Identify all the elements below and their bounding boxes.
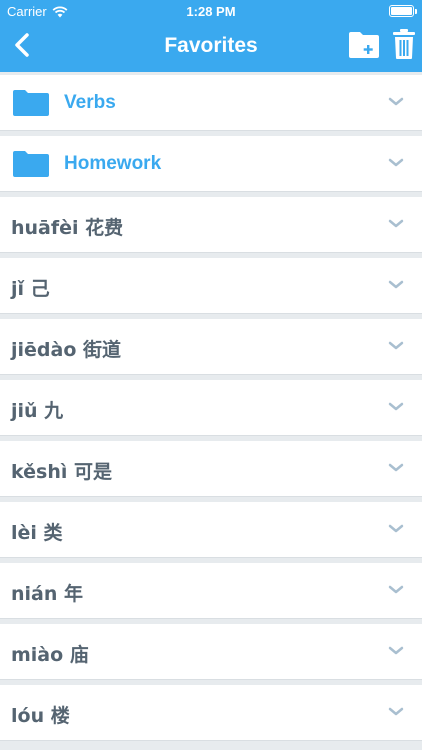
chevron-down-icon[interactable] — [388, 524, 404, 534]
word-row[interactable]: miào 庙 — [0, 624, 422, 680]
word-row[interactable]: nián 年 — [0, 563, 422, 619]
chevron-down-icon[interactable] — [388, 97, 404, 107]
status-bar: Carrier 1:28 PM — [0, 0, 422, 22]
word-label: jǐ 己 — [11, 278, 50, 300]
word-row[interactable]: lèi 类 — [0, 502, 422, 558]
chevron-down-icon[interactable] — [388, 280, 404, 290]
folder-add-icon — [349, 32, 379, 58]
back-button[interactable] — [10, 30, 38, 60]
folder-row-homework[interactable]: Homework — [0, 136, 422, 192]
folder-icon — [13, 151, 49, 177]
word-row[interactable]: jiēdào 街道 — [0, 319, 422, 375]
chevron-down-icon[interactable] — [388, 707, 404, 717]
word-label: miào 庙 — [11, 644, 89, 666]
word-row[interactable]: huāfèi 花费 — [0, 197, 422, 253]
chevron-down-icon[interactable] — [388, 341, 404, 351]
chevron-down-icon[interactable] — [388, 646, 404, 656]
word-label: lèi 类 — [11, 522, 63, 544]
chevron-down-icon[interactable] — [388, 219, 404, 229]
folder-label: Verbs — [64, 92, 116, 113]
word-label: jiǔ 九 — [11, 400, 64, 422]
folder-row-verbs[interactable]: Verbs — [0, 75, 422, 131]
word-row[interactable]: lóu 楼 — [0, 685, 422, 741]
favorites-list: Verbs Homework huāfèi 花费 jǐ 己 jiēdào 街道 … — [0, 75, 422, 746]
chevron-down-icon[interactable] — [388, 585, 404, 595]
word-label: jiēdào 街道 — [11, 339, 122, 361]
battery-icon — [389, 5, 417, 17]
battery-fill — [391, 7, 412, 15]
chevron-down-icon[interactable] — [388, 402, 404, 412]
chevron-left-icon — [15, 33, 29, 57]
chevron-down-icon[interactable] — [388, 463, 404, 473]
word-label: kěshì 可是 — [11, 461, 112, 483]
status-time: 1:28 PM — [186, 4, 236, 19]
folder-label: Homework — [64, 153, 162, 174]
trash-icon — [393, 29, 415, 59]
word-row[interactable]: jǐ 己 — [0, 258, 422, 314]
word-label: huāfèi 花费 — [11, 217, 124, 239]
add-folder-button[interactable] — [348, 31, 380, 59]
header: Carrier 1:28 PM Favorites — [0, 0, 422, 72]
folder-icon — [13, 90, 49, 116]
word-row[interactable]: kěshì 可是 — [0, 441, 422, 497]
word-label: lóu 楼 — [11, 705, 70, 727]
word-row[interactable]: jiǔ 九 — [0, 380, 422, 436]
delete-button[interactable] — [392, 28, 416, 60]
chevron-down-icon[interactable] — [388, 158, 404, 168]
word-label: nián 年 — [11, 583, 84, 605]
nav-bar: Favorites — [0, 22, 422, 72]
